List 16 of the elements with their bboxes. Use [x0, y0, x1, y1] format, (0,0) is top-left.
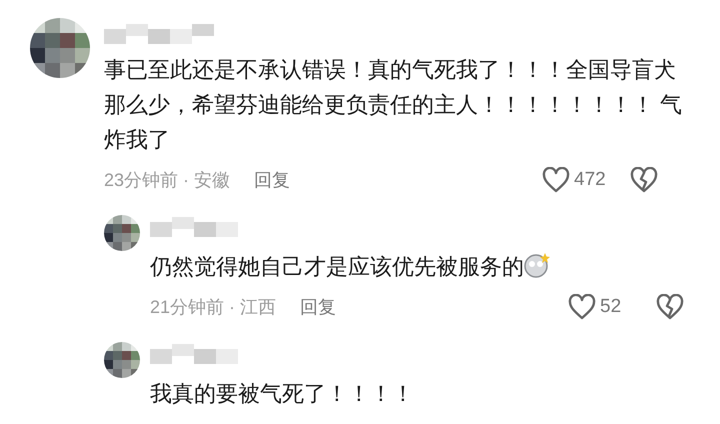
like-count: 52 [600, 294, 622, 319]
avatar[interactable] [104, 342, 140, 378]
heart-icon[interactable] [568, 294, 596, 320]
comment-text: 仍然觉得她自己才是应该优先被服务的 [150, 249, 716, 284]
reply-link[interactable]: 回复 [254, 166, 290, 194]
timestamp-location: 21分钟前 · 江西 [150, 296, 276, 318]
avatar[interactable] [30, 18, 90, 78]
reply-link[interactable]: 回复 [300, 294, 336, 320]
comment-text: 事已至此还是不承认错误！真的气死我了！！！全国导盲犬那么少，希望芬迪能给更负责任的主人！！！！！！！！ 气炸我了 [104, 56, 684, 154]
broken-heart-icon[interactable] [656, 294, 684, 320]
like-count: 472 [574, 168, 607, 192]
heart-icon[interactable] [542, 167, 570, 193]
avatar[interactable] [104, 215, 140, 251]
timestamp-location: 23分钟前 · 安徽 [104, 168, 230, 192]
comment-text: 我真的要被气死了！！！！ [150, 380, 415, 408]
broken-heart-icon[interactable] [630, 167, 658, 193]
